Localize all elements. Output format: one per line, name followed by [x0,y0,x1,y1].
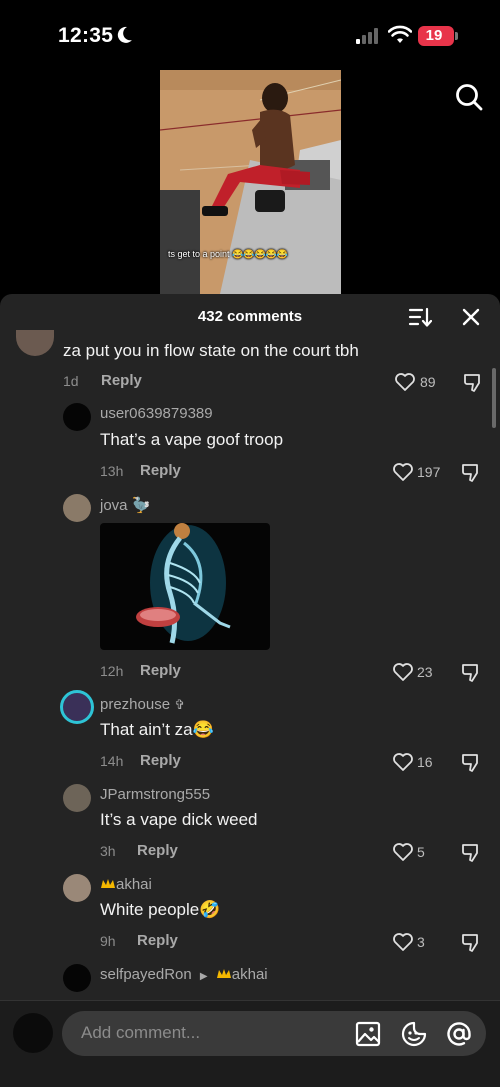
comment-text-body: White people [100,900,200,919]
username-suffix: ✞ [174,697,186,712]
comments-sheet: 432 comments za put you in flow state on… [0,294,500,1087]
battery-indicator: 19 [418,26,454,46]
battery-tip [455,32,458,40]
sort-icon[interactable] [408,306,432,328]
heart-icon[interactable] [392,842,414,862]
comment-username[interactable]: jova 🦤 [100,496,150,514]
username-text: jova [100,497,128,514]
like-count: 23 [417,664,433,680]
crown-icon [216,969,231,978]
comment-username[interactable]: JParmstrong555 [100,786,210,803]
moon-icon [117,26,132,43]
reply-to-username: akhai [231,966,268,983]
search-icon[interactable] [454,82,484,112]
emoji-icon[interactable] [401,1021,427,1047]
comment-text: It’s a vape dick weed [100,810,258,829]
xray-image [136,523,231,644]
comment-text-body: That ain’t za [100,720,193,739]
heart-icon[interactable] [392,932,414,952]
comment-time: 1d [63,373,79,389]
wifi-icon [388,25,412,43]
avatar[interactable] [63,784,91,812]
battery-level: 19 [425,27,443,44]
heart-icon[interactable] [392,462,414,482]
comment-time: 13h [100,463,124,479]
avatar [13,1013,53,1053]
comment-time: 3h [100,843,116,859]
reply-button[interactable]: Reply [137,842,178,859]
like-count: 5 [417,844,425,860]
avatar[interactable] [63,964,91,992]
username-text: selfpayedRon [100,966,192,983]
username-text: prezhouse [100,696,171,713]
comment-time: 12h [100,663,124,679]
image-icon[interactable] [355,1021,381,1047]
comment-text: za put you in flow state on the court tb… [63,341,359,360]
dislike-icon[interactable] [460,461,482,483]
close-icon[interactable] [460,306,482,328]
reply-button[interactable]: Reply [140,462,181,479]
reply-button[interactable]: Reply [140,752,181,769]
dislike-icon[interactable] [460,931,482,953]
dislike-icon[interactable] [460,751,482,773]
dislike-icon[interactable] [460,661,482,683]
heart-icon[interactable] [392,752,414,772]
avatar[interactable] [63,874,91,902]
comment-image[interactable] [100,523,270,650]
mention-icon[interactable] [446,1021,472,1047]
video-caption: ts get to a point 😂😂😂😂😂 [168,249,289,259]
comment-text-emoji: 🤣 [199,900,221,919]
avatar[interactable] [63,494,91,522]
comment-text: That ain’t za😂 [100,720,214,740]
reply-button[interactable]: Reply [140,662,181,679]
add-comment-input[interactable]: Add comment... [62,1011,486,1056]
username-emoji: 🦤 [131,497,151,514]
comment-text: White people🤣 [100,900,220,920]
like-count: 197 [417,464,441,480]
like-count: 89 [420,374,436,390]
comment-time: 14h [100,753,124,769]
reply-button[interactable]: Reply [101,372,142,389]
avatar[interactable] [63,403,91,431]
dislike-icon[interactable] [462,371,484,393]
video-preview[interactable]: ts get to a point 😂😂😂😂😂 [160,70,341,294]
comment-username[interactable]: selfpayedRon ▶ akhai [100,966,268,983]
like-count: 16 [417,754,433,770]
comment-username[interactable]: user0639879389 [100,405,213,422]
status-bar: 12:35 19 [0,0,500,70]
avatar[interactable] [60,690,94,724]
signal-icon [356,28,378,44]
avatar[interactable] [16,330,54,356]
video-frame [160,70,341,294]
comment-time: 9h [100,933,116,949]
reply-button[interactable]: Reply [137,932,178,949]
comment-text-emoji: 😂 [192,720,214,739]
status-time: 12:35 [58,24,114,47]
crown-icon [101,879,115,888]
like-count: 3 [417,934,425,950]
reply-arrow-icon: ▶ [199,971,208,982]
comment-username[interactable]: prezhouse ✞ [100,696,185,713]
dislike-icon[interactable] [460,841,482,863]
add-comment-placeholder: Add comment... [81,1023,201,1042]
username-text: akhai [116,876,152,893]
comment-text: That’s a vape goof troop [100,430,284,449]
comments-scrollbar[interactable] [492,368,496,428]
heart-icon[interactable] [392,662,414,682]
comment-composer: Add comment... [0,1000,500,1087]
comment-username[interactable]: akhai [100,876,152,893]
heart-icon[interactable] [394,372,416,392]
